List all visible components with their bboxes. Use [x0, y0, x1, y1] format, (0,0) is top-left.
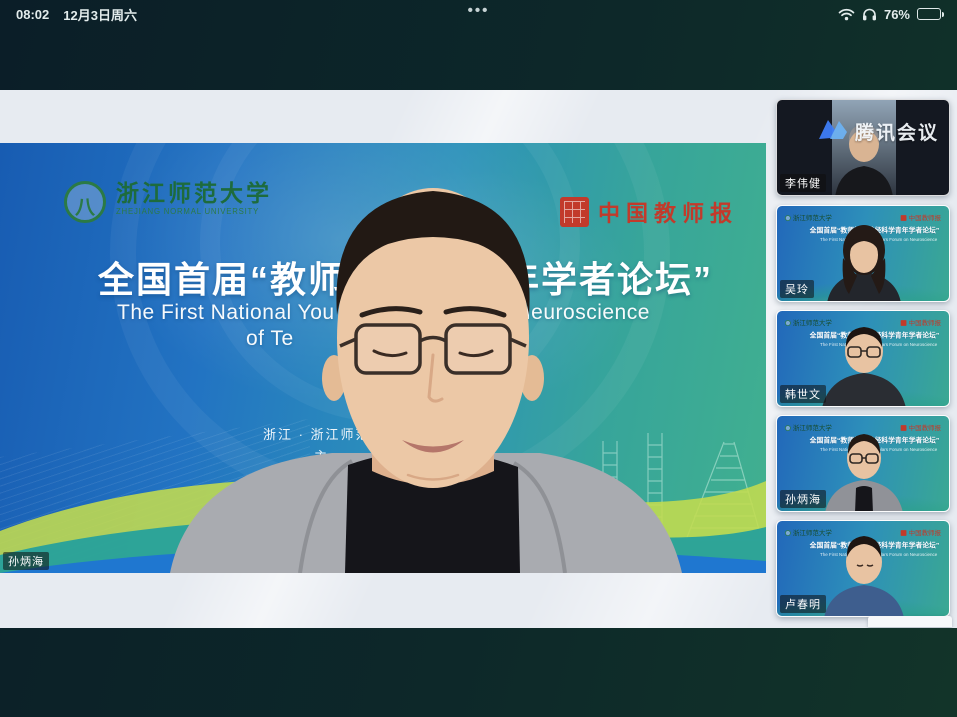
participant-name-label: 卢春明 [780, 595, 826, 613]
participant-thumbnail-wuling[interactable]: 浙江师范大学 中国教师报 全国首届“教师教育神经科学青年学者论坛” The Fi… [776, 205, 950, 302]
participant-name-label: 韩世文 [780, 385, 826, 403]
watermark-label: 腾讯会议 [855, 118, 939, 145]
battery-icon [917, 8, 941, 20]
speaker-portrait [0, 143, 766, 573]
participant-thumbnail-luchunming[interactable]: 浙江师范大学 中国教师报 全国首届“教师教育神经科学青年学者论坛” The Fi… [776, 520, 950, 617]
participant-name-label: 吴玲 [780, 280, 814, 298]
multitask-dots-indicator[interactable]: ••• [468, 2, 490, 19]
tencent-meeting-logo-icon [817, 117, 849, 146]
headset-audio-icon [862, 8, 877, 21]
clock: 08:02 [16, 7, 49, 22]
thumbnail-peek-partial [868, 616, 952, 627]
status-bar: 08:02 12月3日周六 ••• 76% [0, 0, 957, 28]
ipad-screen: 08:02 12月3日周六 ••• 76% [0, 0, 957, 717]
participant-name-label: 李伟健 [780, 174, 826, 192]
participant-thumbnail-hanshiwen[interactable]: 浙江师范大学 中国教师报 全国首届“教师教育神经科学青年学者论坛” The Fi… [776, 310, 950, 407]
date: 12月3日周六 [63, 5, 137, 24]
wifi-icon [838, 8, 855, 21]
participant-thumbnail-sunbinghai[interactable]: 浙江师范大学 中国教师报 全国首届“教师教育神经科学青年学者论坛” The Fi… [776, 415, 950, 512]
participant-thumbnail-liweijian[interactable]: 腾讯会议 李伟健 [776, 99, 950, 196]
participant-name-label: 孙炳海 [780, 490, 826, 508]
speaker-name-label: 孙炳海 [3, 552, 49, 570]
speaker-video-main[interactable]: 浙江师范大学 ZHEJIANG NORMAL UNIVERSITY 中国教师报 … [0, 143, 766, 573]
tencent-meeting-watermark: 腾讯会议 [817, 117, 939, 146]
battery-percent: 76% [884, 7, 910, 22]
shared-screen-panel: 浙江师范大学 ZHEJIANG NORMAL UNIVERSITY 中国教师报 … [0, 90, 957, 628]
